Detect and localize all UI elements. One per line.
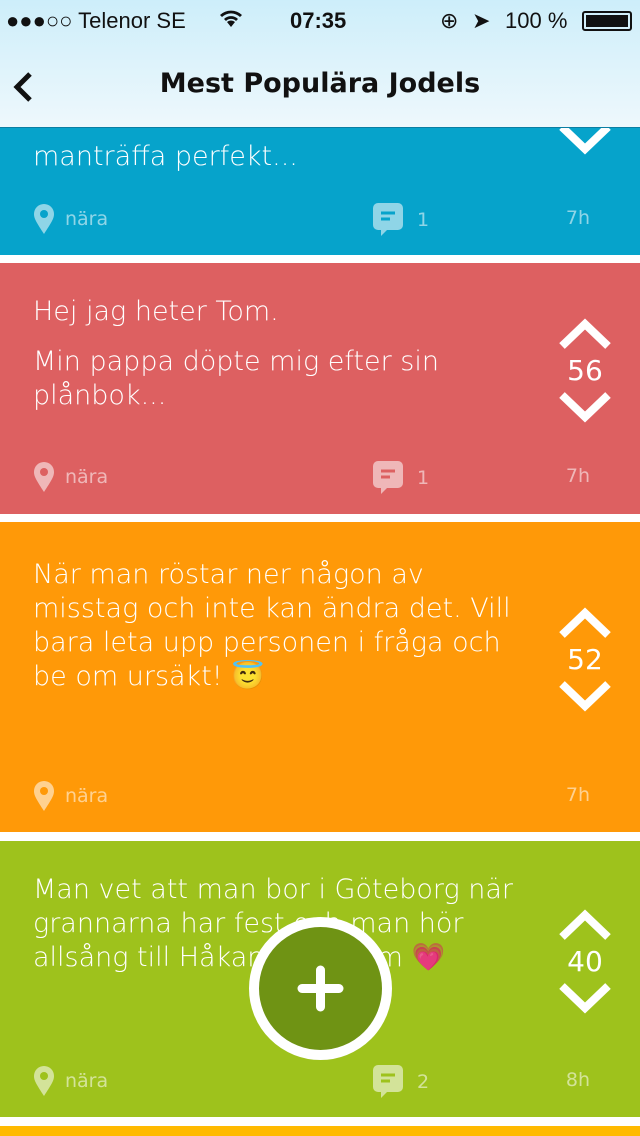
location-label: nära <box>65 1070 109 1092</box>
vote-control: 56 <box>530 318 640 423</box>
location-arrow-icon: ➤ <box>472 8 491 33</box>
downvote-icon[interactable] <box>558 391 612 423</box>
new-post-button[interactable] <box>249 917 392 1060</box>
comment-count: 1 <box>417 467 430 489</box>
post-text: När man röstar ner någon av misstag och … <box>33 558 523 710</box>
comment-icon <box>373 203 403 236</box>
comment-count: 2 <box>417 1071 430 1093</box>
post-card[interactable]: manträffa perfekt... nära 1 7h <box>0 124 640 255</box>
post-text: manträffa perfekt... <box>33 140 523 190</box>
post-time: 7h <box>565 465 590 487</box>
vote-score: 40 <box>567 945 603 978</box>
location-label: nära <box>65 785 109 807</box>
rotation-lock-icon: ⊕ <box>440 8 459 33</box>
page-title: Mest Populära Jodels <box>159 68 481 99</box>
post-text-line: Hej jag heter Tom. <box>33 296 279 327</box>
upvote-icon[interactable] <box>558 909 612 941</box>
comment-icon <box>373 1065 403 1098</box>
downvote-icon[interactable] <box>558 982 612 1014</box>
post-footer: nära 7h <box>33 780 600 814</box>
post-time: 8h <box>565 1069 590 1091</box>
clock: 07:35 <box>290 8 347 33</box>
comment-count: 1 <box>417 209 430 231</box>
post-time: 7h <box>565 784 590 806</box>
vote-score: 56 <box>567 354 603 387</box>
comments-button[interactable]: 1 <box>373 203 429 237</box>
upvote-icon[interactable] <box>558 607 612 639</box>
post-text-line: När man röstar ner någon av misstag och … <box>33 559 511 692</box>
location-pin-icon <box>34 1066 54 1096</box>
post-footer: nära 1 7h <box>33 203 600 237</box>
downvote-icon[interactable] <box>558 680 612 712</box>
post-text: Hej jag heter Tom. Min pappa döpte mig ef… <box>33 295 523 429</box>
wifi-icon <box>218 8 244 34</box>
location-pin-icon <box>34 781 54 811</box>
post-text-line: Min pappa döpte mig efter sin plånbok... <box>33 346 439 411</box>
post-card[interactable]: Hej jag heter Tom. Min pappa döpte mig ef… <box>0 263 640 514</box>
post-card[interactable]: När man röstar ner någon av misstag och … <box>0 522 640 832</box>
status-bar: ●●●○○ Telenor SE 07:35 ⊕ ➤ 100 % <box>0 8 640 36</box>
post-footer: nära 1 7h <box>33 461 600 495</box>
comments-button[interactable]: 2 <box>373 1065 429 1099</box>
battery-percent: 100 % <box>505 8 568 33</box>
post-text-line: manträffa perfekt... <box>33 141 298 172</box>
next-post[interactable] <box>0 1126 640 1136</box>
upvote-icon[interactable] <box>558 318 612 350</box>
battery-icon <box>582 11 632 31</box>
nav-header: ●●●○○ Telenor SE 07:35 ⊕ ➤ 100 % Mest Po… <box>0 0 640 128</box>
comment-icon <box>373 461 403 494</box>
post-footer: nära 2 8h <box>33 1065 600 1099</box>
comments-button[interactable]: 1 <box>373 461 429 495</box>
vote-control: 52 <box>530 607 640 712</box>
vote-control: 40 <box>530 909 640 1014</box>
plus-icon <box>297 965 344 1012</box>
location-label: nära <box>65 208 109 230</box>
vote-score: 52 <box>567 643 603 676</box>
carrier: ●●●○○ Telenor SE <box>6 8 186 33</box>
location-label: nära <box>65 466 109 488</box>
location-pin-icon <box>34 462 54 492</box>
location-pin-icon <box>34 204 54 234</box>
post-time: 7h <box>565 207 590 229</box>
